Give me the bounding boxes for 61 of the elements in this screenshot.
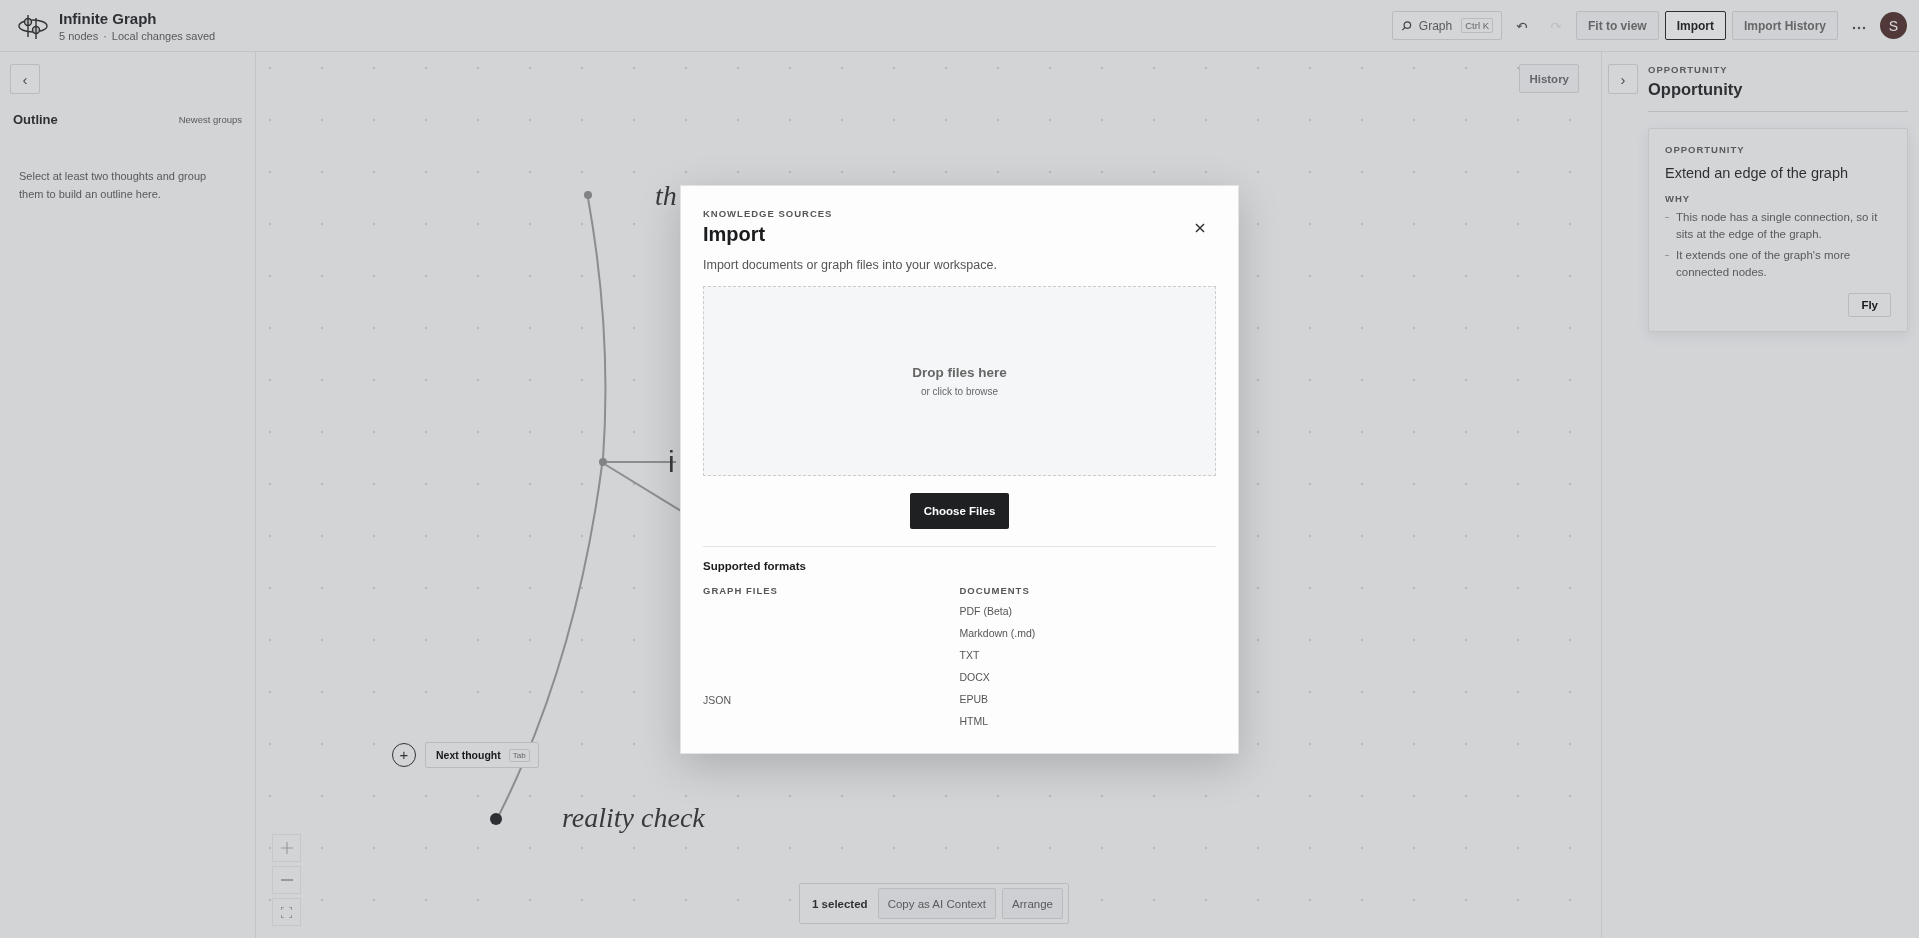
- node-dot[interactable]: [584, 191, 592, 199]
- node-label[interactable]: i: [668, 442, 675, 482]
- drop-hint: or click to browse: [920, 385, 999, 397]
- collapse-button[interactable]: ‹: [10, 64, 40, 94]
- format-item: EPUB: [959, 692, 990, 706]
- reason-text: This node has a single connection, so it sits at the edge of the graph.: [1676, 210, 1879, 242]
- node-label[interactable]: reality check: [562, 798, 705, 838]
- toolbar-button[interactable]: Fit to view: [1575, 11, 1659, 40]
- node-dot[interactable]: [490, 813, 502, 825]
- next-thought-button[interactable]: Next thought Tab: [425, 742, 539, 768]
- panel-eyebrow: OPPORTUNITY: [1648, 64, 1729, 75]
- formats-title: Supported formats: [703, 559, 807, 572]
- choose-files-button[interactable]: Choose Files: [910, 492, 1009, 529]
- format-item: DOCX: [959, 670, 991, 684]
- dialog-eyebrow: KNOWLEDGE SOURCES: [703, 207, 833, 219]
- fly-button[interactable]: Fly: [1848, 293, 1891, 317]
- selection-count: 1 selected: [812, 897, 868, 910]
- search-icon: [1400, 19, 1412, 32]
- drop-zone[interactable]: Drop files here or click to browse: [703, 285, 1216, 476]
- dialog-title: Import: [703, 222, 767, 246]
- node-label[interactable]: th: [655, 176, 677, 216]
- format-item: TXT: [959, 648, 981, 662]
- fullscreen-icon: [281, 906, 292, 918]
- separator-dot: ·: [103, 29, 107, 42]
- search-button[interactable]: Graph Ctrl K: [1391, 11, 1502, 40]
- selection-action-button[interactable]: Copy as AI Context: [877, 888, 997, 919]
- save-status: Local changes saved: [111, 29, 216, 42]
- zoom-out-button[interactable]: [272, 866, 301, 894]
- why-label: WHY: [1665, 193, 1692, 204]
- dialog-description: Import documents or graph files into your workspace.: [703, 257, 998, 272]
- drop-title: Drop files here: [912, 364, 1007, 380]
- shortcut-key: Tab: [508, 748, 530, 762]
- outline-title: Outline: [13, 112, 58, 127]
- node-count: 5 nodes: [59, 29, 99, 42]
- close-icon: [1195, 222, 1205, 233]
- format-item: JSON: [703, 693, 732, 707]
- reason-text: It extends one of the graph's more connected nodes.: [1676, 248, 1852, 280]
- plus-icon: [280, 842, 293, 854]
- format-item: Markdown (.md): [959, 626, 1037, 640]
- format-heading: GRAPH FILES: [703, 584, 779, 596]
- sort-label[interactable]: Newest groups: [178, 114, 242, 125]
- toolbar-button[interactable]: Import History: [1732, 11, 1838, 40]
- format-item: HTML: [959, 714, 990, 728]
- history-button[interactable]: History: [1519, 64, 1579, 93]
- user-avatar[interactable]: S: [1880, 12, 1907, 39]
- panel-title: Opportunity: [1648, 80, 1744, 99]
- app-title: Infinite Graph: [59, 9, 158, 27]
- more-icon: [1852, 26, 1866, 30]
- selection-action-button[interactable]: Arrange: [1002, 888, 1063, 919]
- card-title: Extend an edge of the graph: [1665, 165, 1849, 181]
- search-label: Graph: [1418, 18, 1453, 33]
- empty-message: Select at least two thoughts and group them to build an outline here.: [19, 169, 208, 202]
- zoom-in-button[interactable]: [272, 834, 301, 862]
- toolbar-button[interactable]: Import: [1664, 11, 1726, 40]
- card-eyebrow: OPPORTUNITY: [1665, 144, 1746, 155]
- expand-button[interactable]: ›: [1608, 64, 1638, 94]
- format-heading: DOCUMENTS: [959, 584, 1031, 596]
- shortcut-key: Ctrl K: [1461, 18, 1493, 33]
- node-dot[interactable]: [599, 458, 607, 466]
- fullscreen-button[interactable]: [272, 898, 301, 926]
- format-item: PDF (Beta): [959, 604, 1013, 618]
